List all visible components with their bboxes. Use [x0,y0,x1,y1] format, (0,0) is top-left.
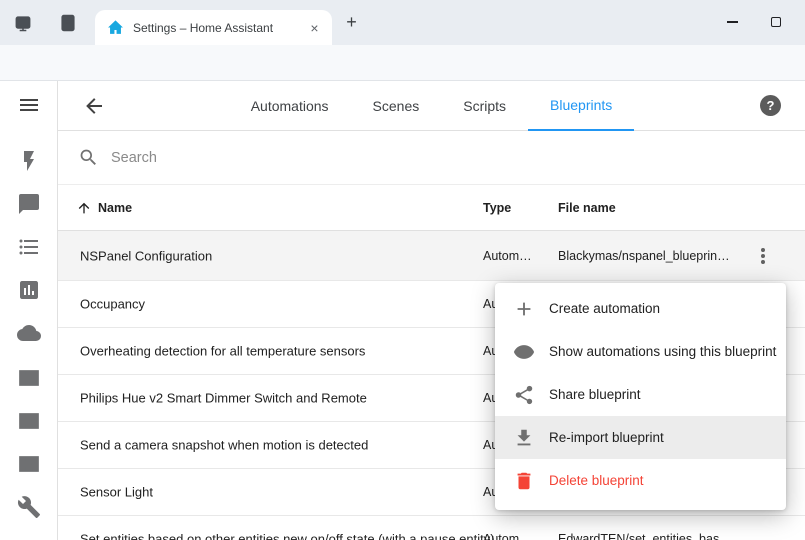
row-name: NSPanel Configuration [80,248,520,263]
search-input[interactable]: Search [58,131,805,185]
list-icon[interactable] [17,235,41,259]
menu-item-label: Create automation [549,301,660,316]
tab-automations[interactable]: Automations [229,81,351,131]
eye-icon [513,341,535,363]
column-header-file[interactable]: File name [558,185,616,231]
new-tab-button[interactable]: + [341,12,362,33]
browser-tab[interactable]: Settings – Home Assistant × [95,10,332,45]
tab-close-icon[interactable]: × [305,18,324,37]
trash-icon [513,470,535,492]
flash-icon[interactable] [17,149,41,173]
menu-item-share-blueprint[interactable]: Share blueprint [495,373,786,416]
menu-item-label: Share blueprint [549,387,641,402]
home-assistant-favicon [107,19,124,36]
cloud-icon[interactable] [17,321,41,345]
ha-tab-bar: Automations Scenes Scripts Blueprints [58,81,805,131]
journal-icon[interactable] [58,13,78,33]
row-name: Philips Hue v2 Smart Dimmer Switch and R… [80,391,520,406]
menu-item-reimport-blueprint[interactable]: Re-import blueprint [495,416,786,459]
chat-icon[interactable] [17,192,41,216]
tab-label: Blueprints [550,97,612,113]
plus-icon [513,298,535,320]
row-overflow-menu-icon[interactable] [751,244,775,268]
column-header-name[interactable]: Name [98,185,132,231]
maximize-button[interactable] [755,0,797,44]
wall-icon[interactable] [17,452,41,476]
tab-label: Scenes [373,98,420,114]
tab-scenes[interactable]: Scenes [351,81,442,131]
chart-icon[interactable] [17,278,41,302]
wall-icon[interactable] [17,366,41,390]
tab-title: Settings – Home Assistant [133,21,305,35]
row-name: Overheating detection for all temperatur… [80,344,520,359]
menu-item-show-automations[interactable]: Show automations using this blueprint [495,330,786,373]
row-file: EdwardTEN/set_entities_bas… [558,532,748,540]
row-type: Autom… [483,249,532,263]
table-row[interactable]: Set entities based on other entities new… [58,516,805,540]
row-name: Send a camera snapshot when motion is de… [80,438,520,453]
browser-titlebar: Settings – Home Assistant × + [0,0,805,45]
workspaces-icon[interactable] [13,13,33,33]
sidebar [0,81,58,540]
minimize-icon [727,21,738,22]
table-header: Name Type File name [58,185,805,231]
menu-icon[interactable] [17,93,41,117]
column-header-type[interactable]: Type [483,185,511,231]
download-icon [513,427,535,449]
browser-window: { "colors": { "accent_blue": "#2196f3", … [0,0,805,540]
menu-item-create-automation[interactable]: Create automation [495,287,786,330]
help-button[interactable]: ? [760,95,781,116]
ha-header: Automations Scenes Scripts Blueprints ? [58,81,805,131]
row-type: Autom… [483,532,532,540]
menu-item-label: Show automations using this blueprint [549,344,776,359]
tab-scripts[interactable]: Scripts [441,81,528,131]
tab-label: Scripts [463,98,506,114]
menu-item-label: Re-import blueprint [549,430,664,445]
row-name: Sensor Light [80,485,520,500]
menu-item-delete-blueprint[interactable]: Delete blueprint [495,459,786,502]
row-name: Set entities based on other entities new… [80,532,520,540]
row-file: Blackymas/nspanel_blueprin… [558,249,748,263]
wrench-icon[interactable] [17,495,41,519]
sort-ascending-icon[interactable] [76,200,92,216]
tab-label: Automations [251,98,329,114]
browser-toolbar: Not secure homeassistant.local:8123/… A [0,45,805,81]
tab-blueprints[interactable]: Blueprints [528,81,634,131]
maximize-icon [771,17,781,27]
search-icon [78,147,99,168]
menu-item-label: Delete blueprint [549,473,644,488]
share-icon [513,384,535,406]
row-name: Occupancy [80,297,520,312]
search-placeholder: Search [111,150,157,166]
context-menu: Create automation Show automations using… [495,283,786,510]
table-row[interactable]: NSPanel Configuration Autom… Blackymas/n… [58,231,805,281]
minimize-button[interactable] [711,0,753,44]
wall-icon[interactable] [17,409,41,433]
